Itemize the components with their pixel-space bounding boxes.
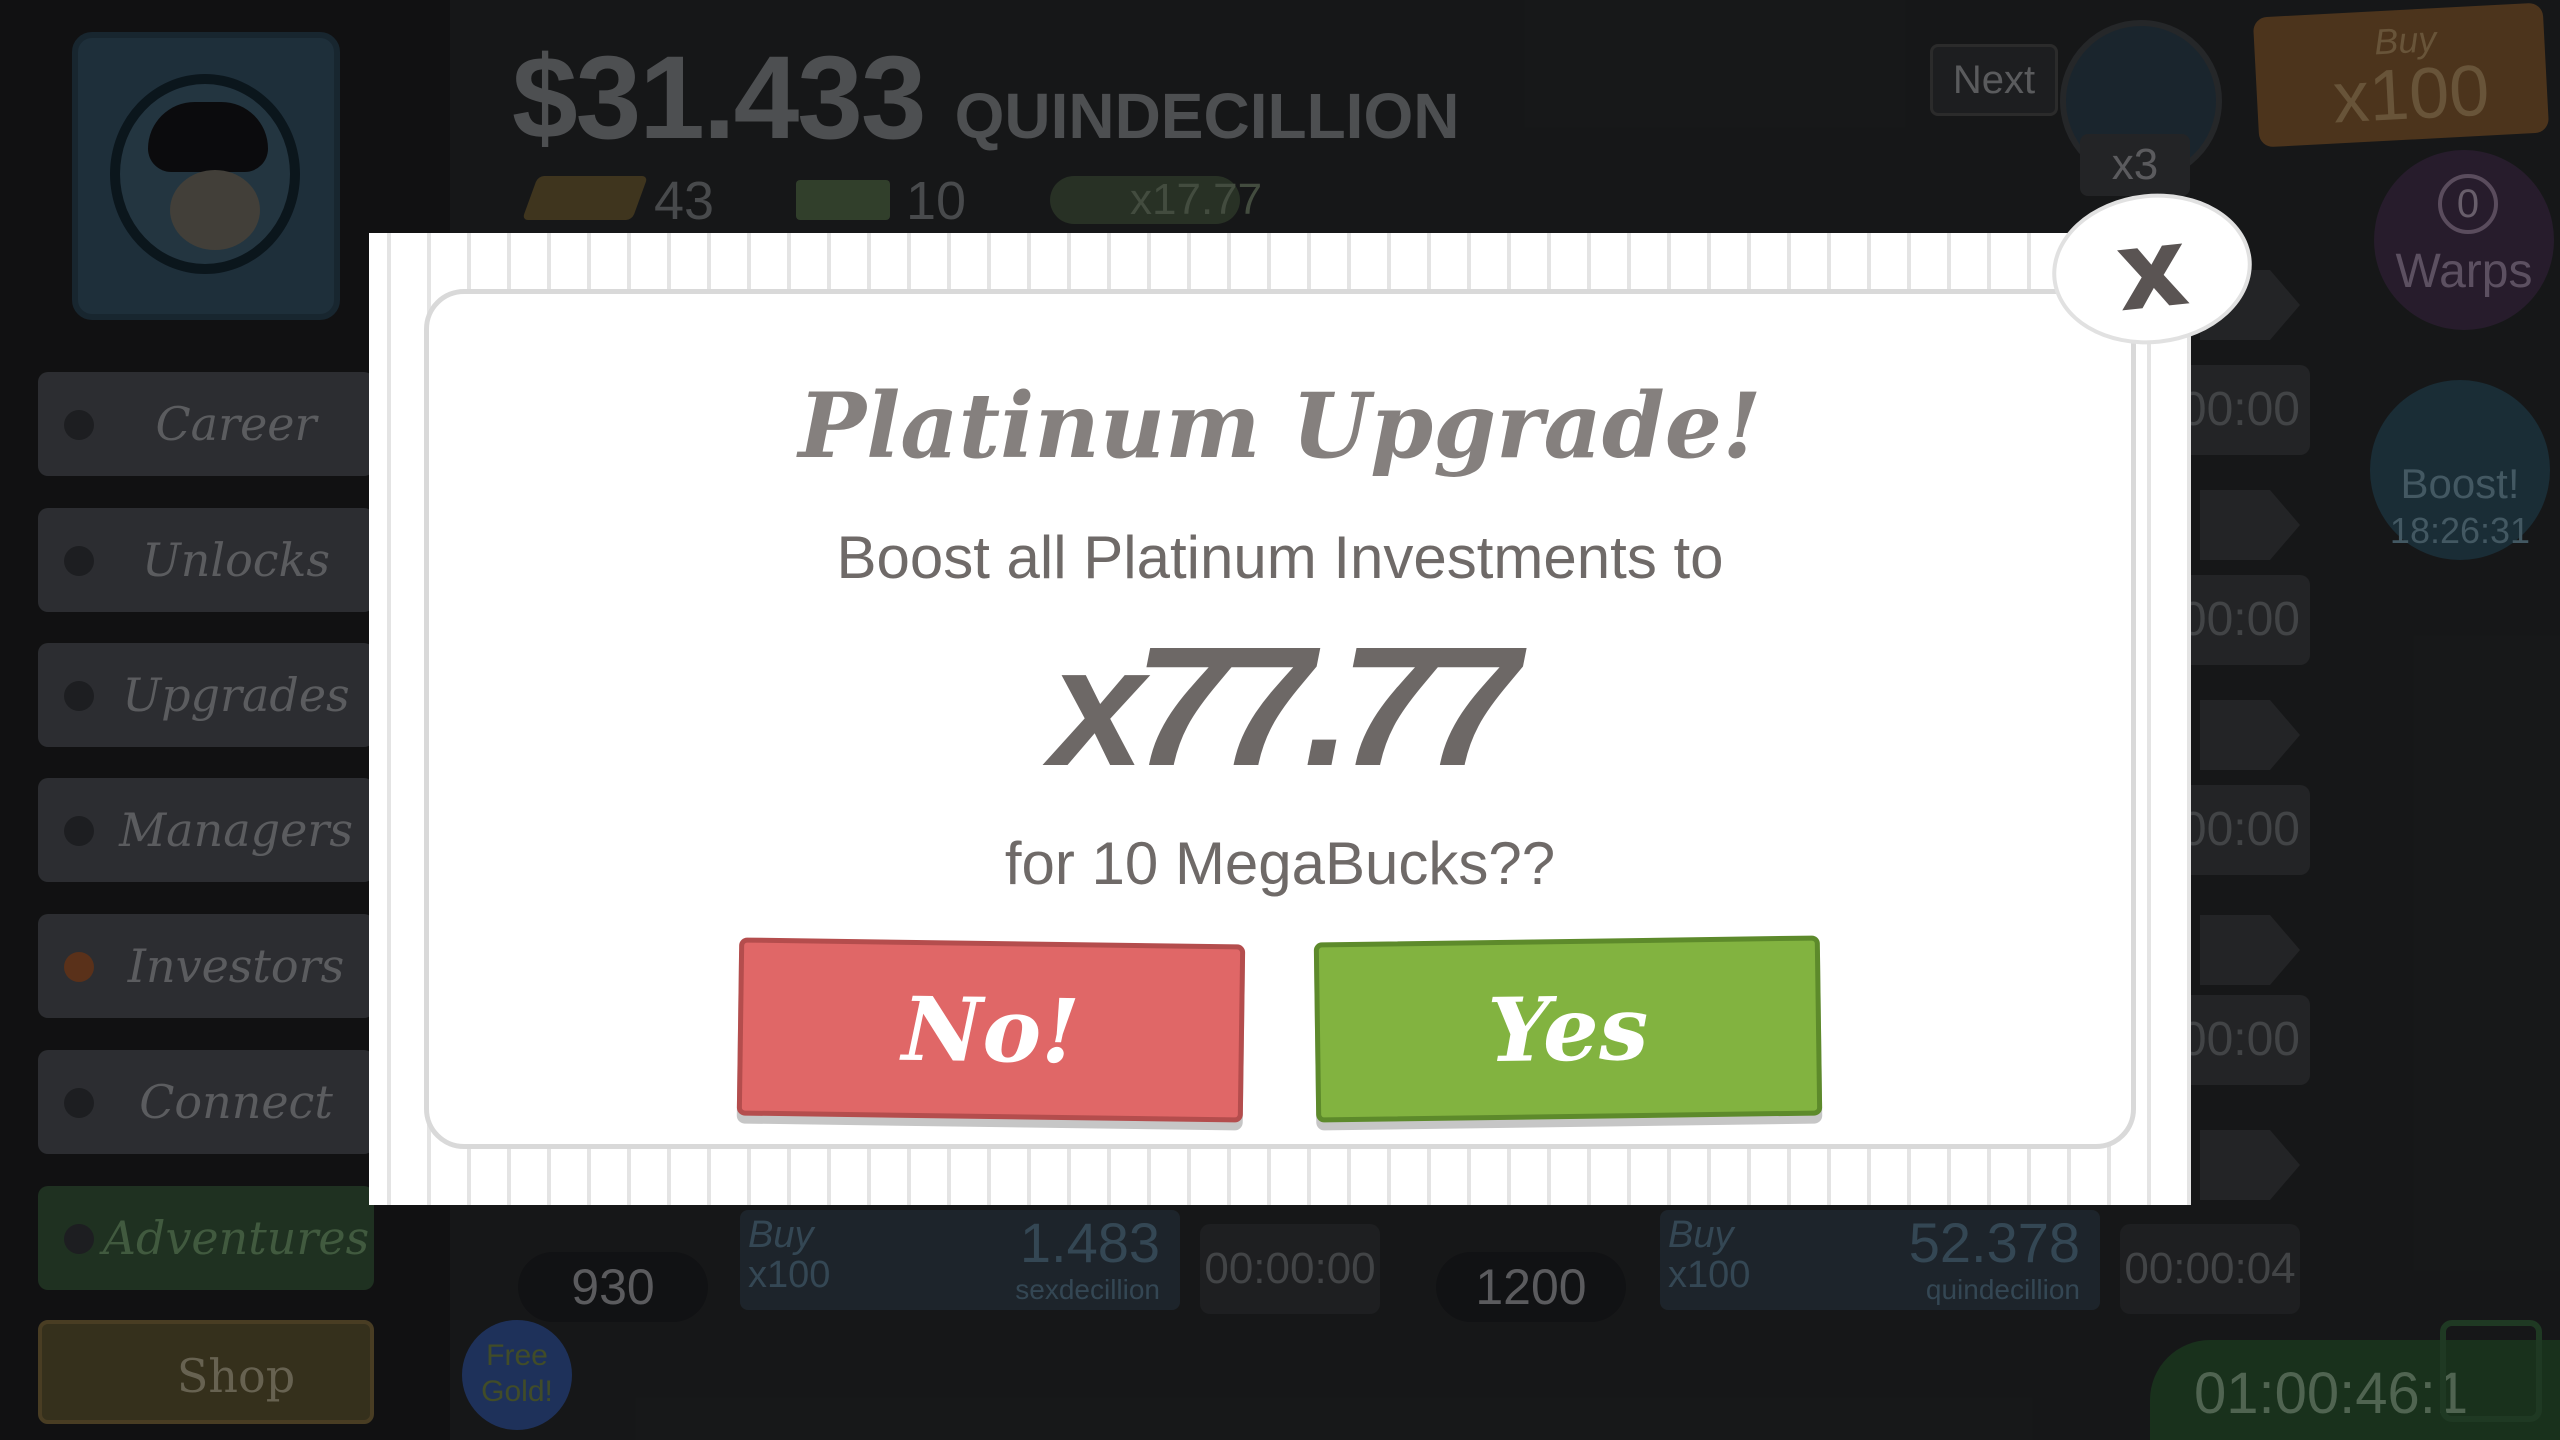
platinum-upgrade-dialog: Platinum Upgrade! Boost all Platinum Inv… bbox=[369, 233, 2191, 1205]
dialog-cost: for 10 MegaBucks?? bbox=[1004, 830, 1556, 897]
dialog-description: Boost all Platinum Investments to bbox=[836, 524, 1724, 591]
yes-button[interactable]: Yes bbox=[1313, 935, 1823, 1123]
no-button-label: No! bbox=[901, 976, 1081, 1084]
yes-button-label: Yes bbox=[1486, 975, 1650, 1083]
close-icon: x bbox=[2110, 201, 2194, 337]
no-button[interactable]: No! bbox=[736, 937, 1246, 1123]
dialog-title: Platinum Upgrade! bbox=[798, 373, 1762, 479]
close-button[interactable]: x bbox=[2044, 183, 2260, 355]
game-screen: Career Unlocks Upgrades Managers Investo… bbox=[0, 0, 2560, 1440]
dialog-multiplier: x77.77 bbox=[1050, 612, 1520, 802]
